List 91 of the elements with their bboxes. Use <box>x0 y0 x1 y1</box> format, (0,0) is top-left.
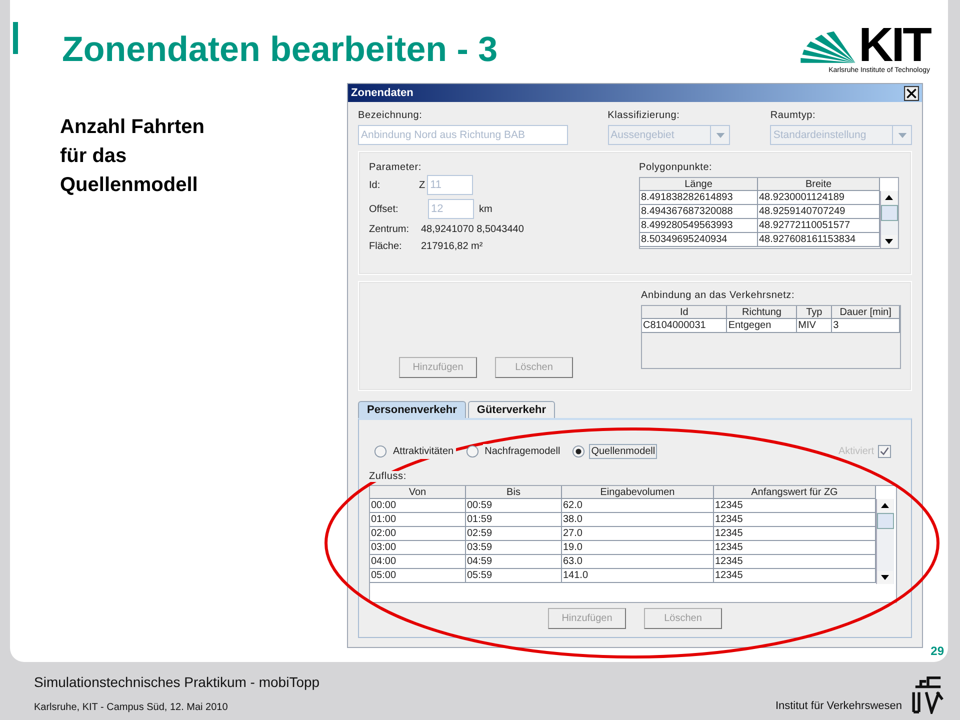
table-cell: 02:00 <box>370 527 466 541</box>
table-cell: 63.0 <box>562 555 714 569</box>
table-cell: 00:59 <box>466 499 562 513</box>
table-cell: 12345 <box>714 499 876 513</box>
table-cell: MIV <box>797 319 832 333</box>
column-header[interactable]: Id <box>642 306 728 319</box>
table-cell: C8104000031 <box>642 319 728 333</box>
table-cell: 27.0 <box>562 527 714 541</box>
table-cell: 48.9230001124189 <box>758 191 880 205</box>
column-header[interactable]: Typ <box>797 306 832 319</box>
close-icon[interactable] <box>904 86 919 100</box>
table-cell: 04:00 <box>370 555 466 569</box>
scroll-down-icon[interactable] <box>877 571 893 584</box>
section-label: Parameter: <box>369 162 422 173</box>
table-cell: 8.50349695240934 <box>640 233 758 247</box>
dropdown-arrow-icon <box>716 132 725 138</box>
field-label: Raumtyp: <box>770 110 817 121</box>
table-cell: 01:00 <box>370 513 466 527</box>
table-cell: 03:00 <box>370 541 466 555</box>
field-label: Klassifizierung: <box>608 110 681 121</box>
table-cell: 05:00 <box>370 569 466 583</box>
logo-wordmark: KIT <box>858 26 930 66</box>
table-cell: 00:00 <box>370 499 466 513</box>
footer-course: Simulationstechnisches Praktikum - mobiTopp <box>34 674 320 690</box>
table-cell: 3 <box>832 319 900 333</box>
table-cell: 8.499280549563993 <box>640 219 758 233</box>
accent-bar <box>13 22 18 54</box>
footer-institute: Institut für Verkehrswesen <box>775 700 902 712</box>
page-number: 29 <box>930 644 944 658</box>
table-cell: 48.9259140707249 <box>758 205 880 219</box>
dropdown-arrow-icon <box>898 132 907 138</box>
table-cell: 48.92772110051577 <box>758 219 880 233</box>
radio-button[interactable] <box>572 445 586 458</box>
radio-label[interactable]: Attraktivitäten <box>391 444 456 459</box>
column-header[interactable]: Dauer [min] <box>832 306 900 319</box>
footer-date: Karlsruhe, KIT - Campus Süd, 12. Mai 2010 <box>34 702 229 713</box>
table-cell: 141.0 <box>562 569 714 583</box>
field-label: Offset: <box>369 204 400 214</box>
slide-title: Zonendaten bearbeiten - 3 <box>62 30 499 70</box>
section-label: Zufluss: <box>369 471 406 482</box>
scrollbar[interactable] <box>876 499 894 584</box>
field-label: Fläche: <box>369 241 403 252</box>
table-cell: 8.491838282614893 <box>640 191 758 205</box>
radio-button[interactable] <box>374 445 387 458</box>
table-cell: 05:59 <box>466 569 562 583</box>
radio-button[interactable] <box>466 445 479 458</box>
column-header[interactable]: Eingabevolumen <box>562 486 714 499</box>
area-value: 217916,82 m² <box>421 241 483 252</box>
table-cell: 8.494367687320088 <box>640 205 758 219</box>
column-header[interactable]: Bis <box>466 486 562 499</box>
slide-subtitle: Anzahl Fahrten für das Quellenmodell <box>60 115 206 198</box>
field-label: Bezeichnung: <box>358 110 424 121</box>
field-label: Zentrum: <box>369 224 410 235</box>
table-cell: 03:59 <box>466 541 562 555</box>
radio-label[interactable]: Quellenmodell <box>589 444 658 459</box>
field-label: Id: <box>369 180 382 190</box>
table-cell: 19.0 <box>562 541 714 555</box>
table-cell: 62.0 <box>562 499 714 513</box>
table-cell: Entgegen <box>727 319 798 333</box>
table-cell: 48.927608161153834 <box>758 233 880 247</box>
section-label: Polygonpunkte: <box>639 162 714 173</box>
table-cell: 12345 <box>714 555 876 569</box>
scroll-up-icon[interactable] <box>881 191 897 204</box>
radio-label[interactable]: Nachfragemodell <box>482 444 562 459</box>
table-cell: 02:59 <box>466 527 562 541</box>
column-header[interactable]: Anfangswert für ZG <box>714 486 876 499</box>
table-cell: 12345 <box>714 527 876 541</box>
tab[interactable]: Güterverkehr <box>468 401 555 418</box>
table-cell: 12345 <box>714 513 876 527</box>
table-cell: 12345 <box>714 569 876 583</box>
scroll-thumb[interactable] <box>877 513 894 529</box>
scrollbar[interactable] <box>880 191 898 248</box>
id-prefix: Z <box>419 180 426 190</box>
table-cell: 38.0 <box>562 513 714 527</box>
dialog-title: Zonendaten <box>351 87 414 99</box>
scroll-down-icon[interactable] <box>881 235 897 248</box>
column-header[interactable]: Richtung <box>727 306 798 319</box>
column-header[interactable]: Von <box>370 486 466 499</box>
unit-label: km <box>479 204 492 214</box>
column-header[interactable]: Länge <box>640 178 758 191</box>
table-cell: 12345 <box>714 541 876 555</box>
tab[interactable]: Personenverkehr <box>358 401 466 418</box>
section-label: Anbindung an das Verkehrsnetz: <box>641 290 796 301</box>
center-value: 48,9241070 8,5043440 <box>421 224 524 235</box>
table-cell: 04:59 <box>466 555 562 569</box>
column-header[interactable]: Breite <box>758 178 880 191</box>
table-cell: 01:59 <box>466 513 562 527</box>
fan-logo-icon <box>798 30 857 66</box>
institute-logo-icon <box>910 674 946 714</box>
scroll-up-icon[interactable] <box>877 499 893 512</box>
scroll-thumb[interactable] <box>881 205 898 221</box>
